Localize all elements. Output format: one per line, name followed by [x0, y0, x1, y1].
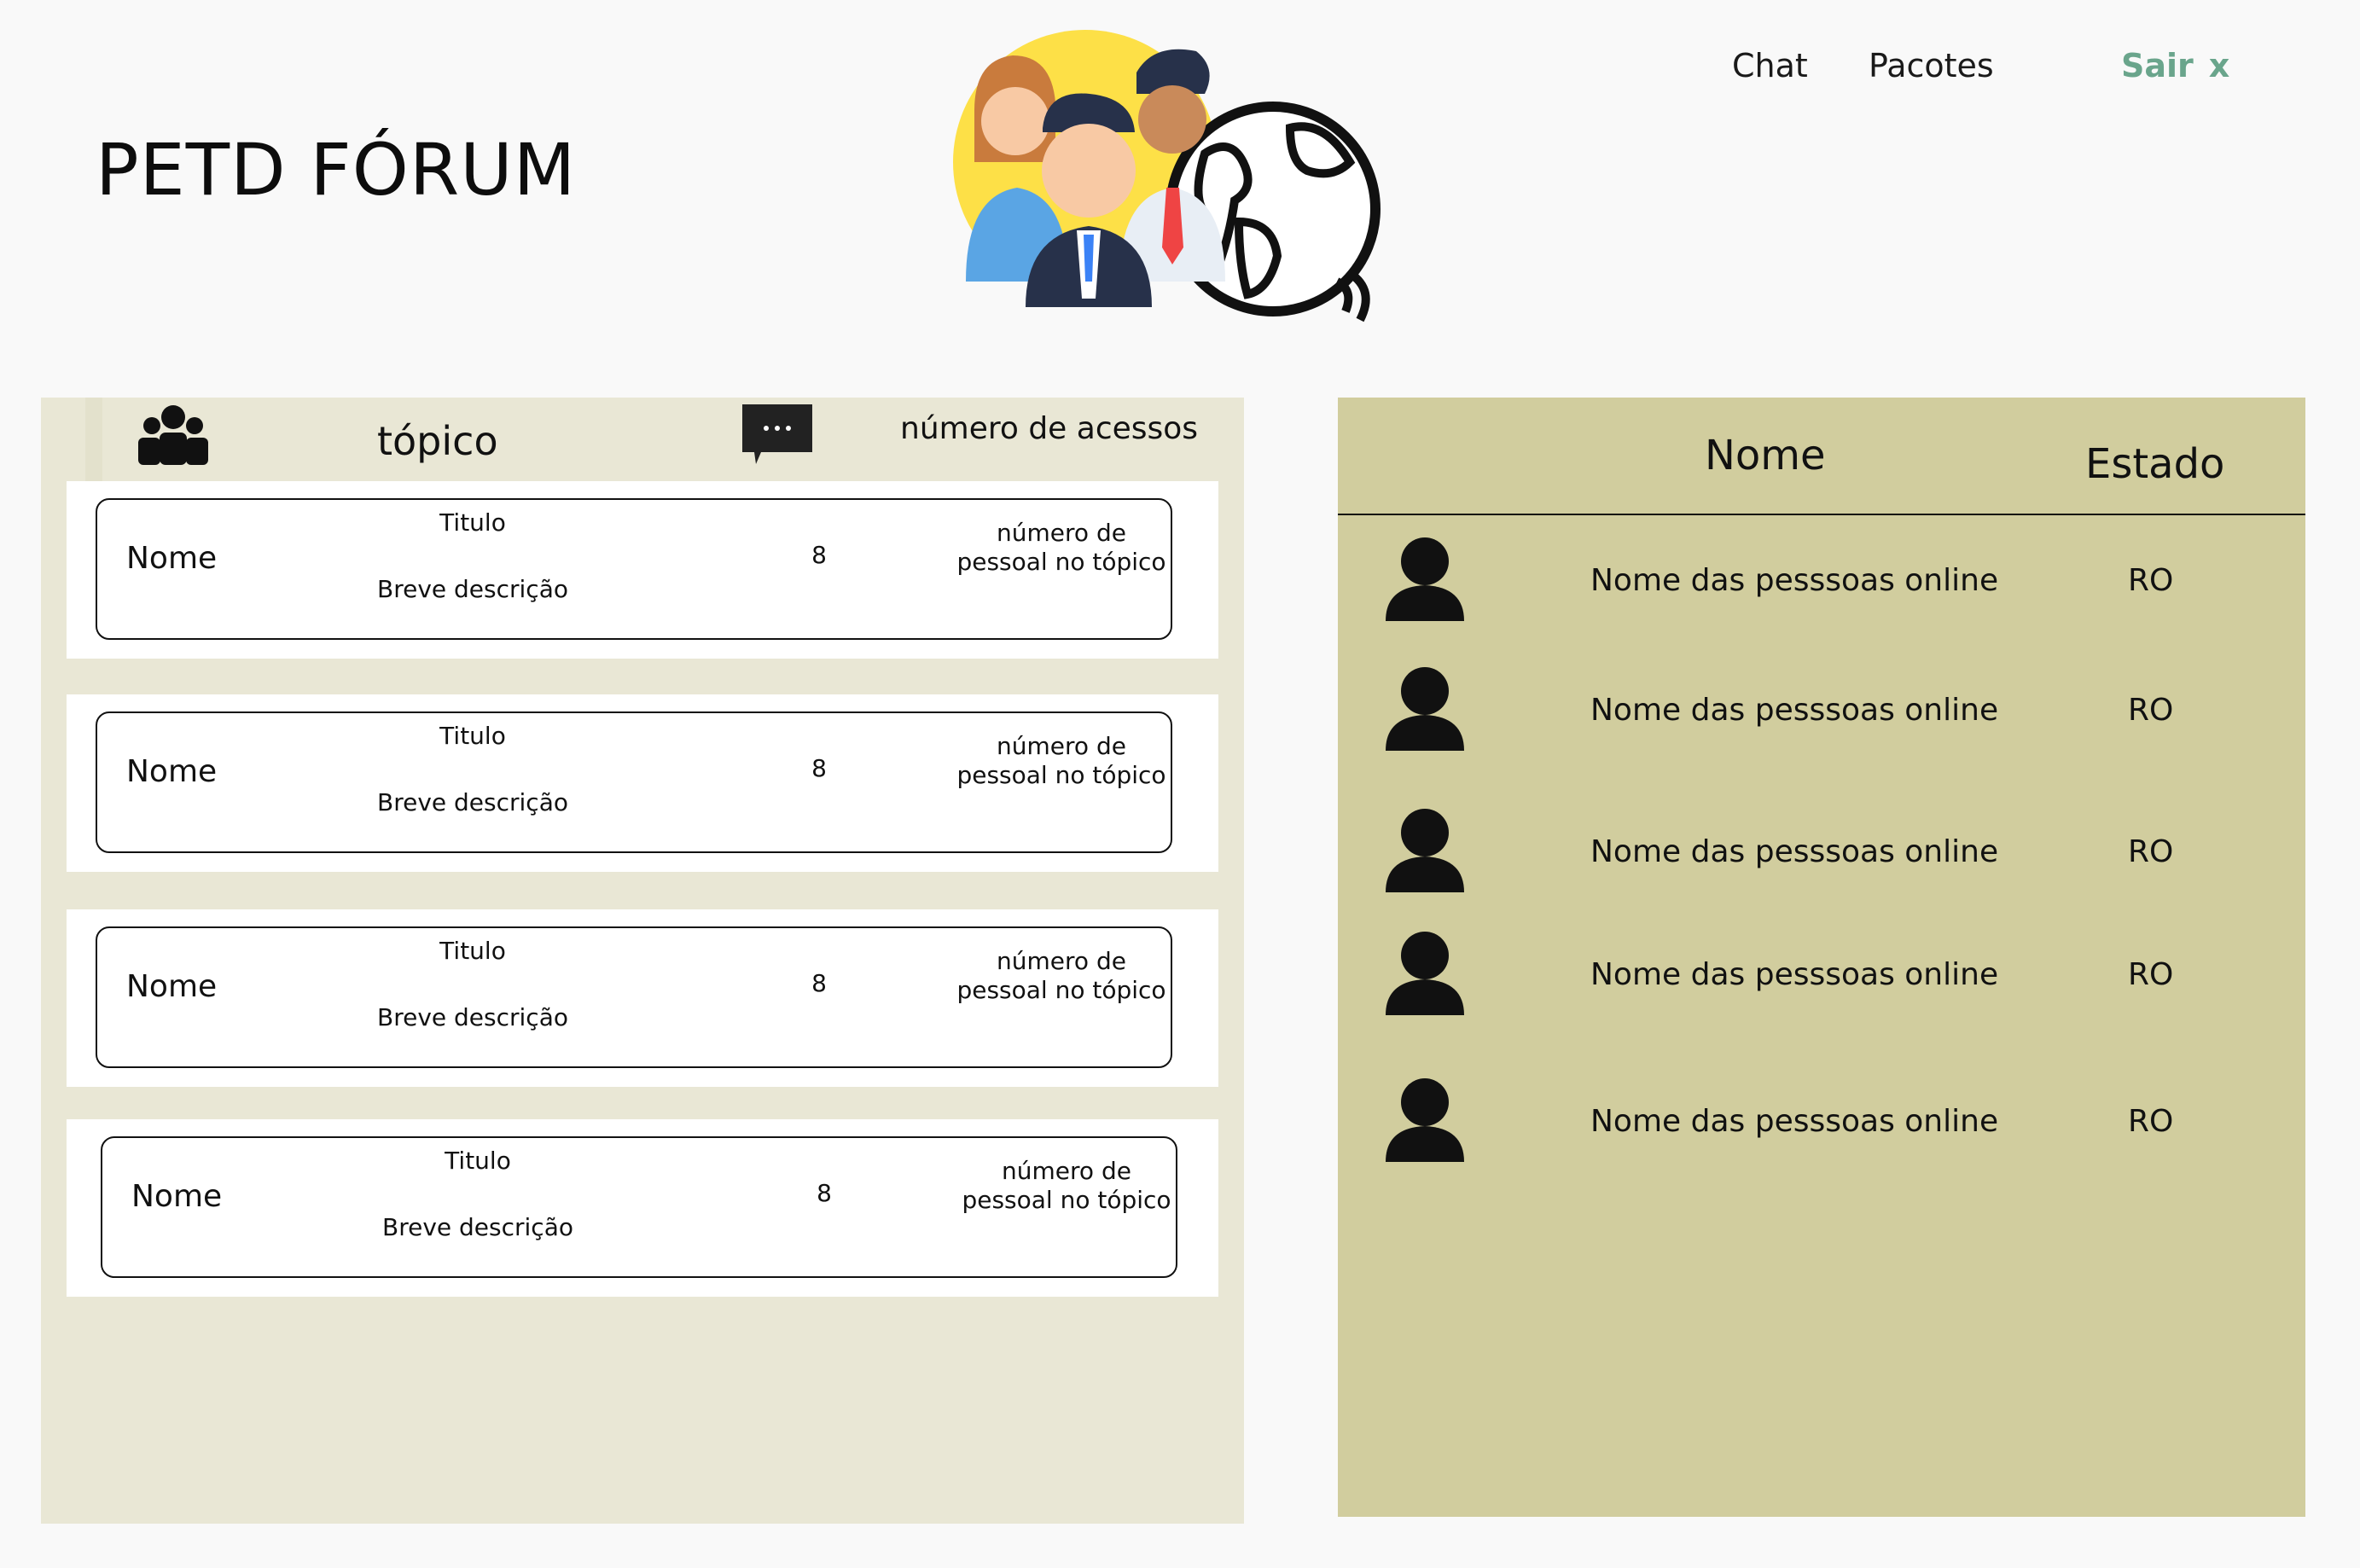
topic-access-count: 8: [811, 969, 827, 997]
online-user-state: RO: [2128, 957, 2174, 992]
topic-description: Breve descrição: [377, 788, 568, 816]
topic-item[interactable]: Nome Titulo Breve descrição 8 número de p…: [96, 926, 1172, 1068]
topic-people-count: número de pessoal no tópico: [930, 1157, 1203, 1215]
topic-title: Titulo: [439, 508, 506, 537]
chat-bubble-icon: [742, 404, 812, 464]
online-user-state: RO: [2128, 834, 2174, 869]
topic-people-count: número de pessoal no tópico: [925, 947, 1198, 1005]
online-user-name: Nome das pesssoas online: [1590, 693, 1999, 728]
topic-card: Nome Titulo Breve descrição 8 número de p…: [67, 909, 1218, 1087]
topics-panel: tópico número de acessos Nome Titulo Bre…: [41, 398, 1244, 1524]
online-user-state: RO: [2128, 563, 2174, 598]
views-column-header: número de acessos: [900, 411, 1199, 446]
topic-author: Nome: [126, 754, 218, 789]
topic-author: Nome: [131, 1179, 223, 1214]
online-users-panel: Nome Estado Nome das pesssoas online RO …: [1338, 398, 2305, 1517]
topic-column-header: tópico: [377, 418, 498, 464]
online-user-row[interactable]: Nome das pesssoas online RO: [1338, 667, 2305, 752]
user-avatar-icon: [1386, 537, 1464, 621]
topic-item[interactable]: Nome Titulo Breve descrição 8 número de p…: [96, 498, 1172, 640]
online-user-name: Nome das pesssoas online: [1590, 957, 1999, 992]
topic-people-line2: pessoal no tópico: [956, 976, 1166, 1004]
topic-card: Nome Titulo Breve descrição 8 número de p…: [67, 694, 1218, 872]
topic-people-line1: número de: [997, 519, 1126, 547]
topic-title: Titulo: [439, 937, 506, 965]
user-avatar-icon: [1386, 932, 1464, 1015]
close-icon: x: [2208, 47, 2230, 84]
topic-access-count: 8: [811, 541, 827, 569]
topic-title: Titulo: [439, 722, 506, 750]
topic-people-line1: número de: [1002, 1157, 1131, 1185]
topic-author: Nome: [126, 541, 218, 576]
topic-people-line2: pessoal no tópico: [962, 1186, 1171, 1214]
online-user-row[interactable]: Nome das pesssoas online RO: [1338, 1078, 2305, 1164]
online-state-header: Estado: [2085, 440, 2225, 488]
online-name-header: Nome: [1705, 432, 1826, 479]
topic-people-count: número de pessoal no tópico: [925, 732, 1198, 790]
topic-card: Nome Titulo Breve descrição 8 número de p…: [67, 481, 1218, 659]
user-avatar-icon: [1386, 667, 1464, 751]
header-divider: [1338, 514, 2305, 515]
nav-chat-link[interactable]: Chat: [1732, 47, 1808, 84]
topic-description: Breve descrição: [377, 1003, 568, 1031]
topic-description: Breve descrição: [382, 1213, 573, 1241]
online-user-row[interactable]: Nome das pesssoas online RO: [1338, 809, 2305, 894]
logout-button[interactable]: Sair x: [2121, 47, 2229, 84]
online-user-name: Nome das pesssoas online: [1590, 563, 1999, 598]
topic-access-count: 8: [817, 1179, 832, 1207]
hero-illustration: [953, 30, 1381, 322]
topic-card: Nome Titulo Breve descrição 8 número de p…: [67, 1119, 1218, 1297]
online-user-name: Nome das pesssoas online: [1590, 1104, 1999, 1139]
topics-header: tópico número de acessos: [85, 398, 1229, 481]
topic-title: Titulo: [445, 1147, 511, 1175]
online-user-name: Nome das pesssoas online: [1590, 834, 1999, 869]
topic-item[interactable]: Nome Titulo Breve descrição 8 número de p…: [96, 711, 1172, 853]
page-title: PETD FÓRUM: [96, 128, 577, 212]
people-group-icon: [138, 405, 208, 465]
topic-description: Breve descrição: [377, 575, 568, 603]
online-user-row[interactable]: Nome das pesssoas online RO: [1338, 932, 2305, 1017]
topic-item[interactable]: Nome Titulo Breve descrição 8 número de p…: [101, 1136, 1177, 1278]
online-user-row[interactable]: Nome das pesssoas online RO: [1338, 537, 2305, 623]
topic-people-line2: pessoal no tópico: [956, 548, 1166, 576]
topic-people-line2: pessoal no tópico: [956, 761, 1166, 789]
online-user-state: RO: [2128, 1104, 2174, 1139]
topic-people-line1: número de: [997, 732, 1126, 760]
nav-packages-link[interactable]: Pacotes: [1869, 47, 1994, 84]
online-user-state: RO: [2128, 693, 2174, 728]
user-avatar-icon: [1386, 809, 1464, 892]
topic-access-count: 8: [811, 754, 827, 782]
topic-author: Nome: [126, 969, 218, 1004]
header-edge: [85, 398, 102, 481]
topic-people-count: número de pessoal no tópico: [925, 519, 1198, 577]
logout-label: Sair: [2121, 47, 2194, 84]
user-avatar-icon: [1386, 1078, 1464, 1162]
topic-people-line1: número de: [997, 947, 1126, 975]
